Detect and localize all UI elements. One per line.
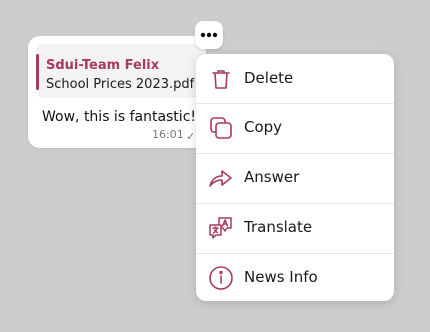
copy-icon [210, 117, 232, 139]
message-time: 16:01 [152, 128, 184, 141]
translate-icon [209, 217, 232, 239]
quoted-message[interactable]: Sdui-Team Felix School Prices 2023.pdf [36, 44, 206, 98]
more-horizontal-icon [200, 32, 218, 38]
menu-item-news-info[interactable]: News Info [196, 253, 394, 301]
message-text: Wow, this is fantastic! [42, 109, 196, 125]
info-icon [209, 266, 233, 290]
quote-sender: Sdui-Team Felix [46, 58, 160, 73]
more-options-button[interactable] [195, 21, 223, 49]
check-icon: ✓ [186, 130, 196, 143]
trash-icon [212, 70, 230, 89]
menu-item-label: News Info [244, 268, 318, 286]
message-bubble[interactable]: Sdui-Team Felix School Prices 2023.pdf W… [28, 36, 206, 148]
menu-item-delete[interactable]: Delete [196, 54, 394, 103]
quote-accent-bar [36, 54, 39, 90]
menu-item-label: Delete [244, 69, 294, 87]
reply-arrow-icon [209, 170, 232, 187]
quote-file-name: School Prices 2023.pdf [46, 77, 195, 92]
chat-screen: Sdui-Team Felix School Prices 2023.pdf W… [0, 0, 430, 332]
menu-item-label: Copy [244, 118, 283, 136]
menu-item-label: Translate [244, 218, 313, 236]
menu-item-translate[interactable]: Translate [196, 203, 394, 252]
menu-item-label: Answer [244, 168, 300, 186]
context-menu: Delete Copy Answer Translate News Info [196, 54, 394, 301]
menu-item-answer[interactable]: Answer [196, 153, 394, 202]
menu-item-copy[interactable]: Copy [196, 103, 394, 152]
